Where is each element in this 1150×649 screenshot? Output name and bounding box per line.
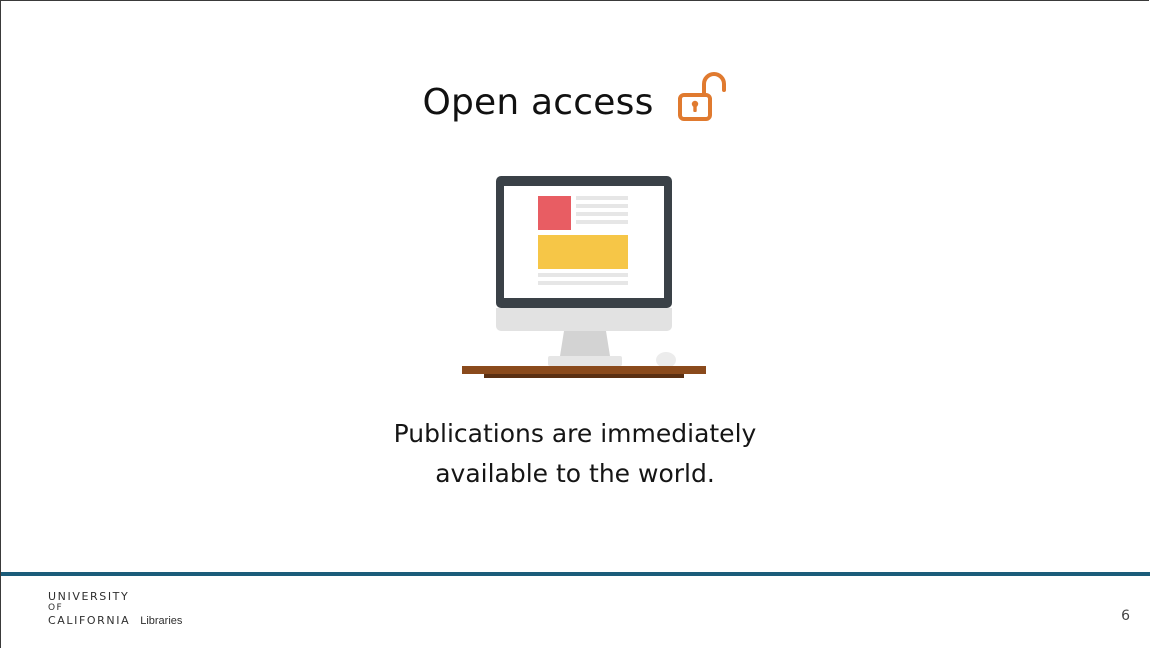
page-number: 6 [1121, 608, 1130, 624]
slide-title: Open access [422, 81, 654, 123]
logo-california-text: CALIFORNIA [48, 614, 131, 627]
title-row: Open access [0, 66, 1150, 138]
unlocked-padlock-icon [676, 70, 728, 126]
desktop-computer-icon [460, 174, 710, 386]
logo-line-california: CALIFORNIA Libraries [48, 614, 182, 628]
logo-line-of: OF [48, 603, 64, 613]
footer-divider [1, 572, 1150, 576]
logo-line-university: UNIVERSITY [48, 590, 130, 603]
caption-line-2: available to the world. [435, 459, 715, 488]
slide-caption: Publications are immediately available t… [0, 414, 1150, 494]
caption-line-1: Publications are immediately [393, 419, 757, 448]
logo-libraries-text: Libraries [140, 615, 183, 627]
uc-libraries-logo: UNIVERSITY OF CALIFORNIA Libraries [48, 590, 182, 628]
